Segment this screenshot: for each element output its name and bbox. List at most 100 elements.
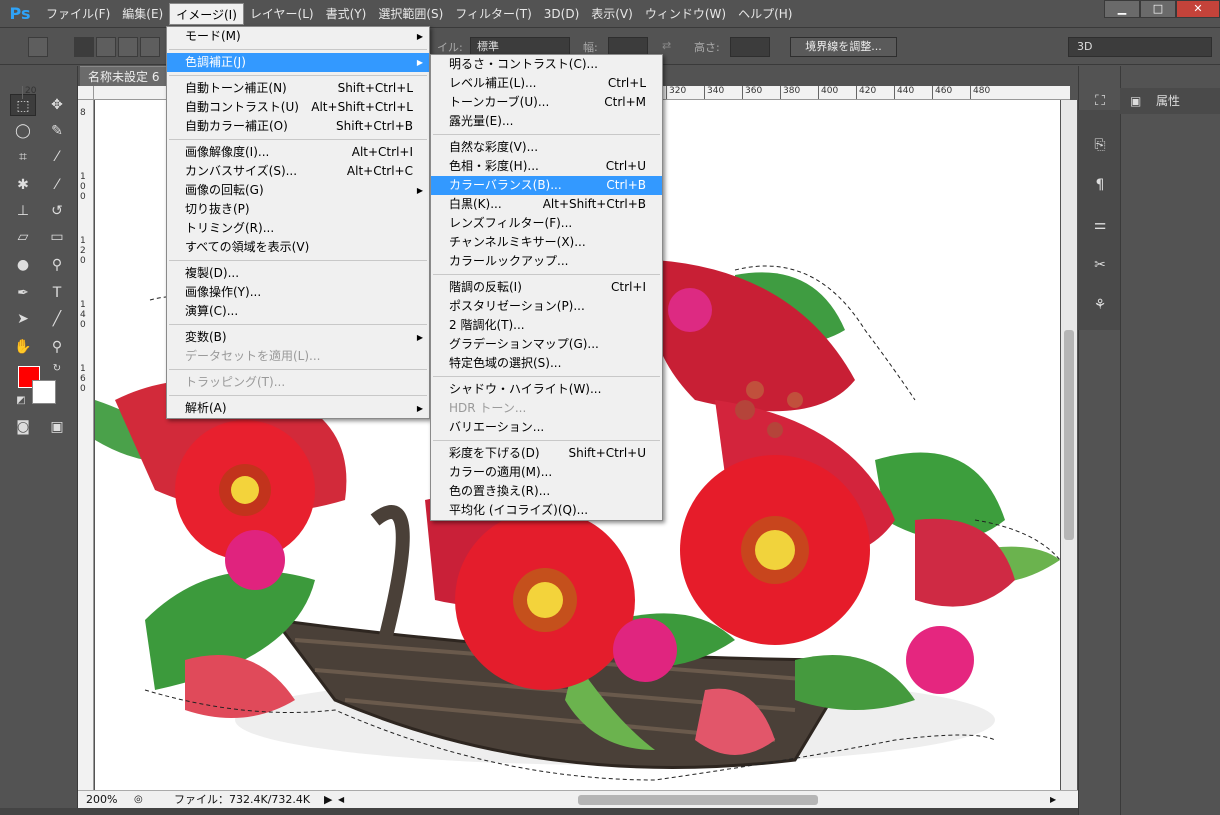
menu-0[interactable]: ファイル(F) — [40, 3, 116, 25]
spot-healing-icon[interactable]: ✱ — [10, 174, 36, 196]
maximize-button[interactable]: □ — [1140, 0, 1176, 18]
properties-header[interactable]: ▣ 属性 — [1120, 88, 1220, 114]
brush-icon[interactable]: ⁄ — [44, 174, 70, 196]
default-colors-icon[interactable]: ◩ — [8, 390, 34, 412]
adjustments-icon[interactable]: ⚌ — [1088, 214, 1112, 236]
history-brush-icon[interactable]: ↺ — [44, 200, 70, 222]
brush-presets-icon[interactable]: ⚘ — [1088, 294, 1112, 316]
document-tab[interactable]: 名称未設定 6 — [80, 66, 175, 86]
menu-item[interactable]: ポスタリゼーション(P)... — [431, 297, 662, 316]
menu-item[interactable]: 明るさ・コントラスト(C)... — [431, 55, 662, 74]
menu-2[interactable]: イメージ(I) — [169, 2, 244, 25]
paragraph-icon[interactable]: ¶ — [1088, 174, 1112, 196]
menu-item[interactable]: 色相・彩度(H)... Ctrl+U — [431, 157, 662, 176]
menu-7[interactable]: 3D(D) — [538, 3, 585, 25]
minimize-button[interactable]: ▁ — [1104, 0, 1140, 18]
crop-icon[interactable]: ⌗ — [10, 146, 36, 168]
menu-6[interactable]: フィルター(T) — [449, 3, 537, 25]
menu-item[interactable]: レンズフィルター(F)... — [431, 214, 662, 233]
menu-item[interactable]: 自然な彩度(V)... — [431, 138, 662, 157]
zoom-icon[interactable]: ⚲ — [44, 336, 70, 358]
menu-item[interactable]: 変数(B) ▶ — [167, 328, 429, 347]
menu-item[interactable]: 2 階調化(T)... — [431, 316, 662, 335]
workspace-select[interactable]: 3D — [1068, 37, 1212, 57]
menu-item[interactable]: 階調の反転(I) Ctrl+I — [431, 278, 662, 297]
subtract-selection-icon[interactable] — [118, 37, 138, 57]
dodge-icon[interactable]: ⚲ — [44, 254, 70, 276]
menu-item[interactable]: トリミング(R)... — [167, 219, 429, 238]
add-selection-icon[interactable] — [96, 37, 116, 57]
3d-panel-icon[interactable]: ⛶ — [1088, 90, 1112, 112]
menu-item[interactable]: シャドウ・ハイライト(W)... — [431, 380, 662, 399]
status-menu-icon[interactable]: ◎ — [134, 792, 143, 808]
screen-mode-icon[interactable]: ▣ — [44, 416, 70, 438]
menu-item[interactable]: カラールックアップ... — [431, 252, 662, 271]
swap-colors-icon[interactable]: ↻ — [44, 358, 70, 380]
lasso-icon[interactable]: ◯ — [10, 120, 36, 142]
scroll-right-icon[interactable]: ▶ — [1050, 792, 1056, 808]
swap-icon[interactable]: ⇄ — [662, 39, 671, 52]
menu-item[interactable]: 色調補正(J) ▶ — [167, 53, 429, 72]
history-panel-icon[interactable]: ⎘ — [1088, 134, 1112, 156]
intersect-selection-icon[interactable] — [140, 37, 160, 57]
menu-item[interactable]: 画像操作(Y)... — [167, 283, 429, 302]
menu-item[interactable]: 画像解像度(I)... Alt+Ctrl+I — [167, 143, 429, 162]
vertical-scrollbar[interactable] — [1061, 100, 1077, 790]
new-selection-icon[interactable] — [74, 37, 94, 57]
menu-item[interactable]: レベル補正(L)... Ctrl+L — [431, 74, 662, 93]
hand-icon[interactable]: ✋ — [10, 336, 36, 358]
menu-item[interactable]: 切り抜き(P) — [167, 200, 429, 219]
menu-item[interactable]: 自動カラー補正(O) Shift+Ctrl+B — [167, 117, 429, 136]
menu-1[interactable]: 編集(E) — [116, 3, 169, 25]
background-color-swatch[interactable] — [32, 380, 56, 404]
marquee-preset-icon[interactable] — [28, 37, 48, 57]
menu-8[interactable]: 表示(V) — [585, 3, 639, 25]
menu-item[interactable]: トーンカーブ(U)... Ctrl+M — [431, 93, 662, 112]
menu-item[interactable]: チャンネルミキサー(X)... — [431, 233, 662, 252]
menu-3[interactable]: レイヤー(L) — [244, 3, 320, 25]
path-select-icon[interactable]: ➤ — [10, 308, 36, 330]
menu-item[interactable]: バリエーション... — [431, 418, 662, 437]
eraser-icon[interactable]: ▱ — [10, 226, 36, 248]
vertical-scroll-thumb[interactable] — [1064, 330, 1074, 540]
menu-item[interactable]: 自動コントラスト(U) Alt+Shift+Ctrl+L — [167, 98, 429, 117]
menu-item[interactable]: すべての領域を表示(V) — [167, 238, 429, 257]
menu-item[interactable]: 特定色域の選択(S)... — [431, 354, 662, 373]
menu-item[interactable]: 複製(D)... — [167, 264, 429, 283]
zoom-level[interactable]: 200% — [86, 792, 117, 808]
blur-icon[interactable]: ● — [10, 254, 36, 276]
menu-item[interactable]: モード(M) ▶ — [167, 27, 429, 46]
menu-item[interactable]: 彩度を下げる(D) Shift+Ctrl+U — [431, 444, 662, 463]
refine-edge-button[interactable]: 境界線を調整... — [790, 37, 897, 57]
menu-4[interactable]: 書式(Y) — [320, 3, 373, 25]
menu-item[interactable]: 露光量(E)... — [431, 112, 662, 131]
menu-item[interactable]: カラーバランス(B)... Ctrl+B — [431, 176, 662, 195]
scroll-left-icon[interactable]: ◀ — [338, 792, 344, 808]
height-field[interactable] — [730, 37, 770, 57]
clone-stamp-icon[interactable]: ⊥ — [10, 200, 36, 222]
quick-mask-icon[interactable]: ◙ — [10, 416, 36, 438]
move-tool-icon[interactable]: ✥ — [44, 94, 70, 116]
menu-item[interactable]: カラーの適用(M)... — [431, 463, 662, 482]
menu-item[interactable]: グラデーションマップ(G)... — [431, 335, 662, 354]
menu-item[interactable]: カンバスサイズ(S)... Alt+Ctrl+C — [167, 162, 429, 181]
menu-item[interactable]: 平均化 (イコライズ)(Q)... — [431, 501, 662, 520]
menu-item[interactable]: 演算(C)... — [167, 302, 429, 321]
line-tool-icon[interactable]: ╱ — [44, 308, 70, 330]
quick-select-icon[interactable]: ✎ — [44, 120, 70, 142]
eyedropper-icon[interactable]: ⁄ — [44, 146, 70, 168]
menu-item[interactable]: 白黒(K)... Alt+Shift+Ctrl+B — [431, 195, 662, 214]
status-arrow-icon[interactable]: ▶ — [324, 792, 332, 808]
menu-9[interactable]: ウィンドウ(W) — [639, 3, 732, 25]
horizontal-scroll-thumb[interactable] — [578, 795, 818, 805]
menu-item[interactable]: 解析(A) ▶ — [167, 399, 429, 418]
menu-10[interactable]: ヘルプ(H) — [732, 3, 798, 25]
menu-item[interactable]: 画像の回転(G) ▶ — [167, 181, 429, 200]
type-icon[interactable]: T — [44, 282, 70, 304]
close-button[interactable]: ✕ — [1176, 0, 1220, 18]
menu-item[interactable]: 色の置き換え(R)... — [431, 482, 662, 501]
pen-icon[interactable]: ✒ — [10, 282, 36, 304]
gradient-icon[interactable]: ▭ — [44, 226, 70, 248]
menu-5[interactable]: 選択範囲(S) — [372, 3, 449, 25]
tool-presets-icon[interactable]: ✂ — [1088, 254, 1112, 276]
